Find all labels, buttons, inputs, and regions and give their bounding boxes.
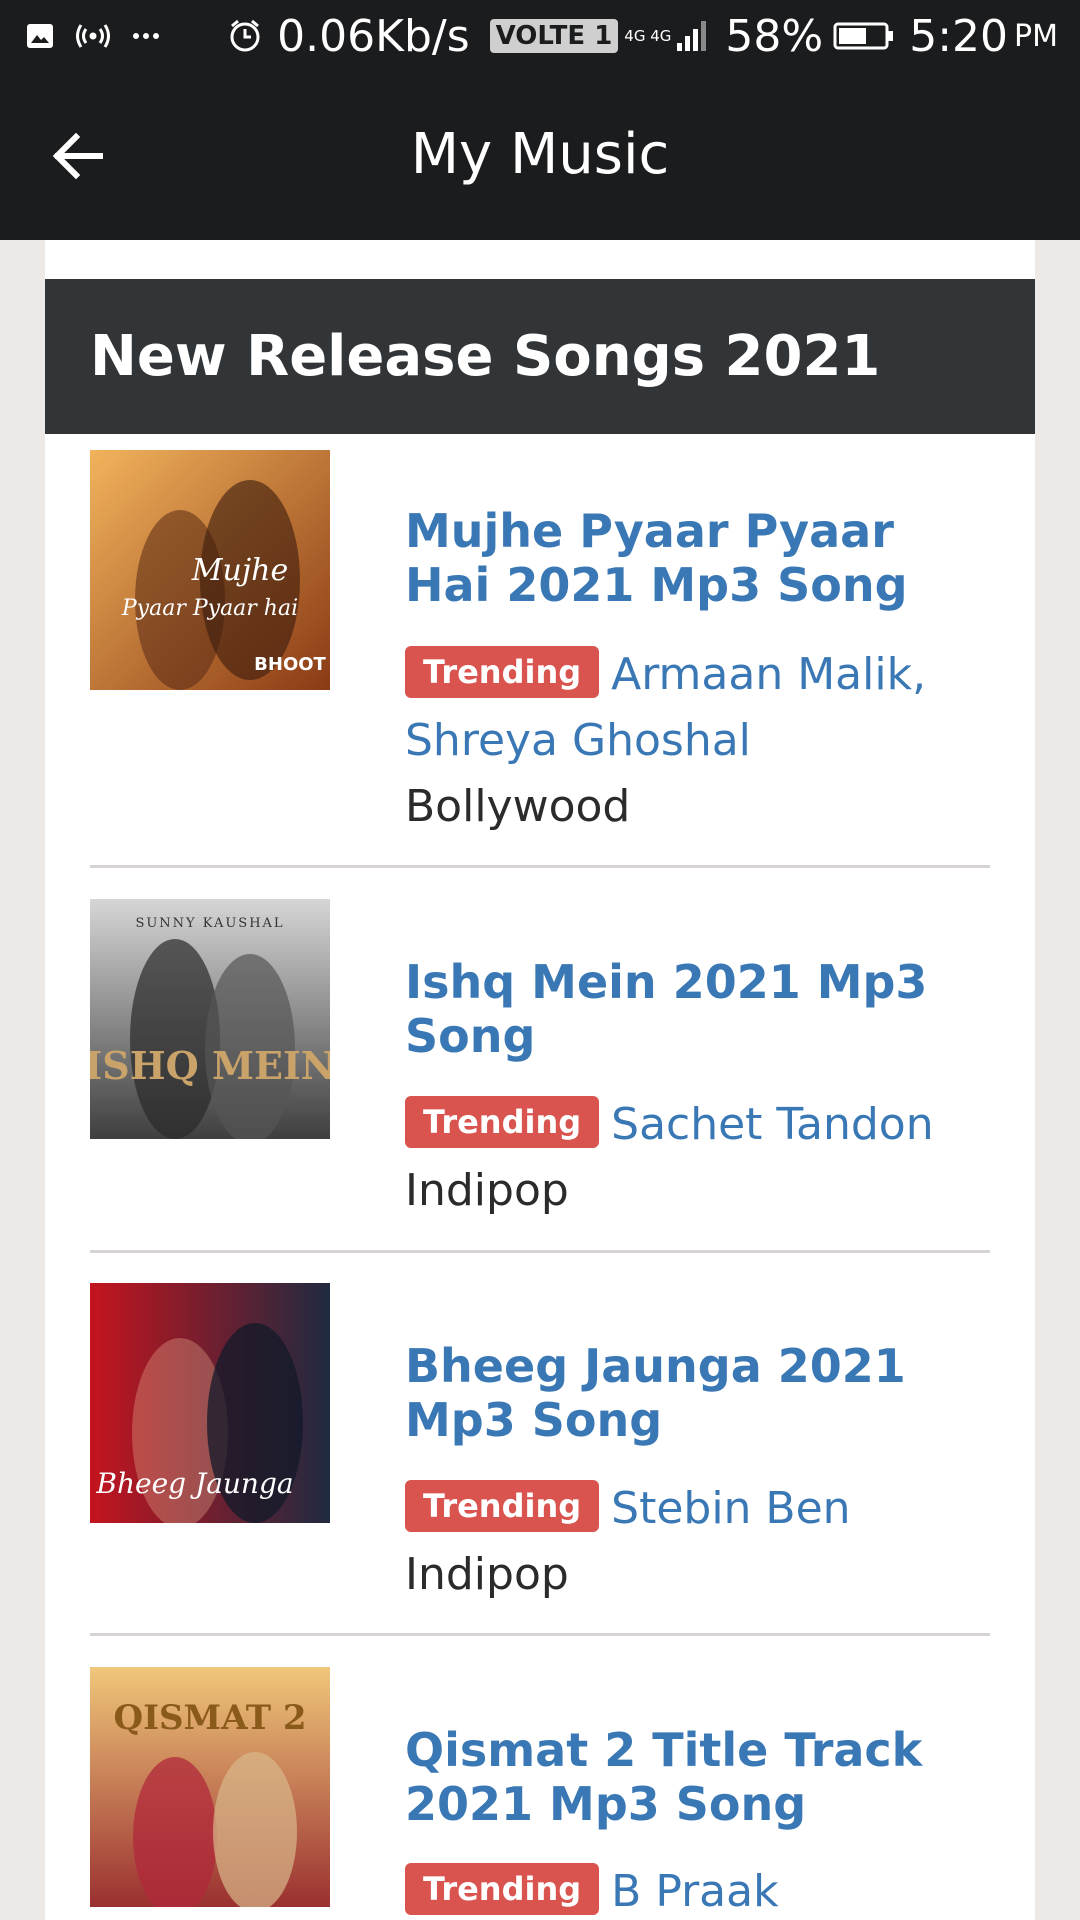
signal-icon	[675, 19, 711, 53]
album-art-thumbnail[interactable]: Mujhe Pyaar Pyaar hai BHOOT	[90, 450, 330, 690]
trending-badge: Trending	[405, 1480, 600, 1532]
svg-text:Mujhe: Mujhe	[191, 553, 288, 588]
svg-text:Pyaar Pyaar hai: Pyaar Pyaar hai	[121, 596, 298, 621]
divider	[90, 1250, 990, 1253]
svg-text:ISHQ MEIN: ISHQ MEIN	[90, 1043, 330, 1088]
artist-link[interactable]: Stebin Ben	[611, 1483, 850, 1534]
song-meta: Trending Stebin Ben Indipop	[405, 1476, 965, 1608]
clock-ampm: PM	[1014, 18, 1058, 54]
svg-text:QISMAT 2: QISMAT 2	[113, 1698, 306, 1738]
page-title: My Music	[410, 122, 670, 187]
song-meta: Trending B Praak	[405, 1859, 965, 1920]
song-meta: Trending Sachet Tandon Indipop	[405, 1092, 965, 1224]
trending-badge: Trending	[405, 1096, 600, 1148]
hotspot-icon	[76, 24, 110, 48]
divider	[90, 865, 990, 868]
battery-percent: 58%	[725, 10, 824, 62]
network-speed: 0.06Kb/s	[277, 10, 470, 62]
section-title: New Release Songs 2021	[45, 279, 1035, 434]
volte-badge: VOLTE 1	[489, 19, 619, 53]
song-title-link[interactable]: Mujhe Pyaar Pyaar Hai 2021 Mp3 Song	[405, 504, 965, 612]
trending-badge: Trending	[405, 1863, 600, 1915]
artist-link[interactable]: Sachet Tandon	[611, 1099, 933, 1150]
status-bar: 0.06Kb/s VOLTE 1 4G 4G 58% 5:20 PM	[0, 0, 1080, 72]
song-title-link[interactable]: Qismat 2 Title Track 2021 Mp3 Song	[405, 1723, 965, 1831]
app-bar: My Music	[0, 72, 1080, 240]
clock-time: 5:20	[909, 10, 1009, 62]
alarm-icon	[227, 18, 263, 54]
divider	[90, 1633, 990, 1636]
more-notifications-icon	[132, 32, 160, 40]
song-title-link[interactable]: Bheeg Jaunga 2021 Mp3 Song	[405, 1339, 965, 1447]
network-type: 4G 4G	[624, 27, 672, 45]
svg-text:Bheeg Jaunga: Bheeg Jaunga	[95, 1467, 293, 1500]
genre-label: Indipop	[405, 1549, 569, 1600]
album-art-thumbnail[interactable]: QISMAT 2	[90, 1667, 330, 1907]
album-art-thumbnail[interactable]: SUNNY KAUSHAL ISHQ MEIN	[90, 899, 330, 1139]
song-meta: Trending Armaan Malik, Shreya Ghoshal Bol…	[405, 642, 965, 840]
genre-label: Indipop	[405, 1165, 569, 1216]
genre-label: Bollywood	[405, 781, 631, 832]
content-card: New Release Songs 2021 Mujhe Pyaar Pyaar…	[45, 240, 1035, 1920]
trending-badge: Trending	[405, 646, 600, 698]
svg-text:BHOOT: BHOOT	[254, 654, 326, 675]
song-title-link[interactable]: Ishq Mein 2021 Mp3 Song	[405, 955, 965, 1063]
artist-link[interactable]: B Praak	[611, 1866, 778, 1917]
image-notification-icon	[26, 23, 54, 49]
svg-text:SUNNY KAUSHAL: SUNNY KAUSHAL	[135, 916, 284, 931]
album-art-thumbnail[interactable]: Bheeg Jaunga	[90, 1283, 330, 1523]
battery-icon	[833, 21, 895, 51]
